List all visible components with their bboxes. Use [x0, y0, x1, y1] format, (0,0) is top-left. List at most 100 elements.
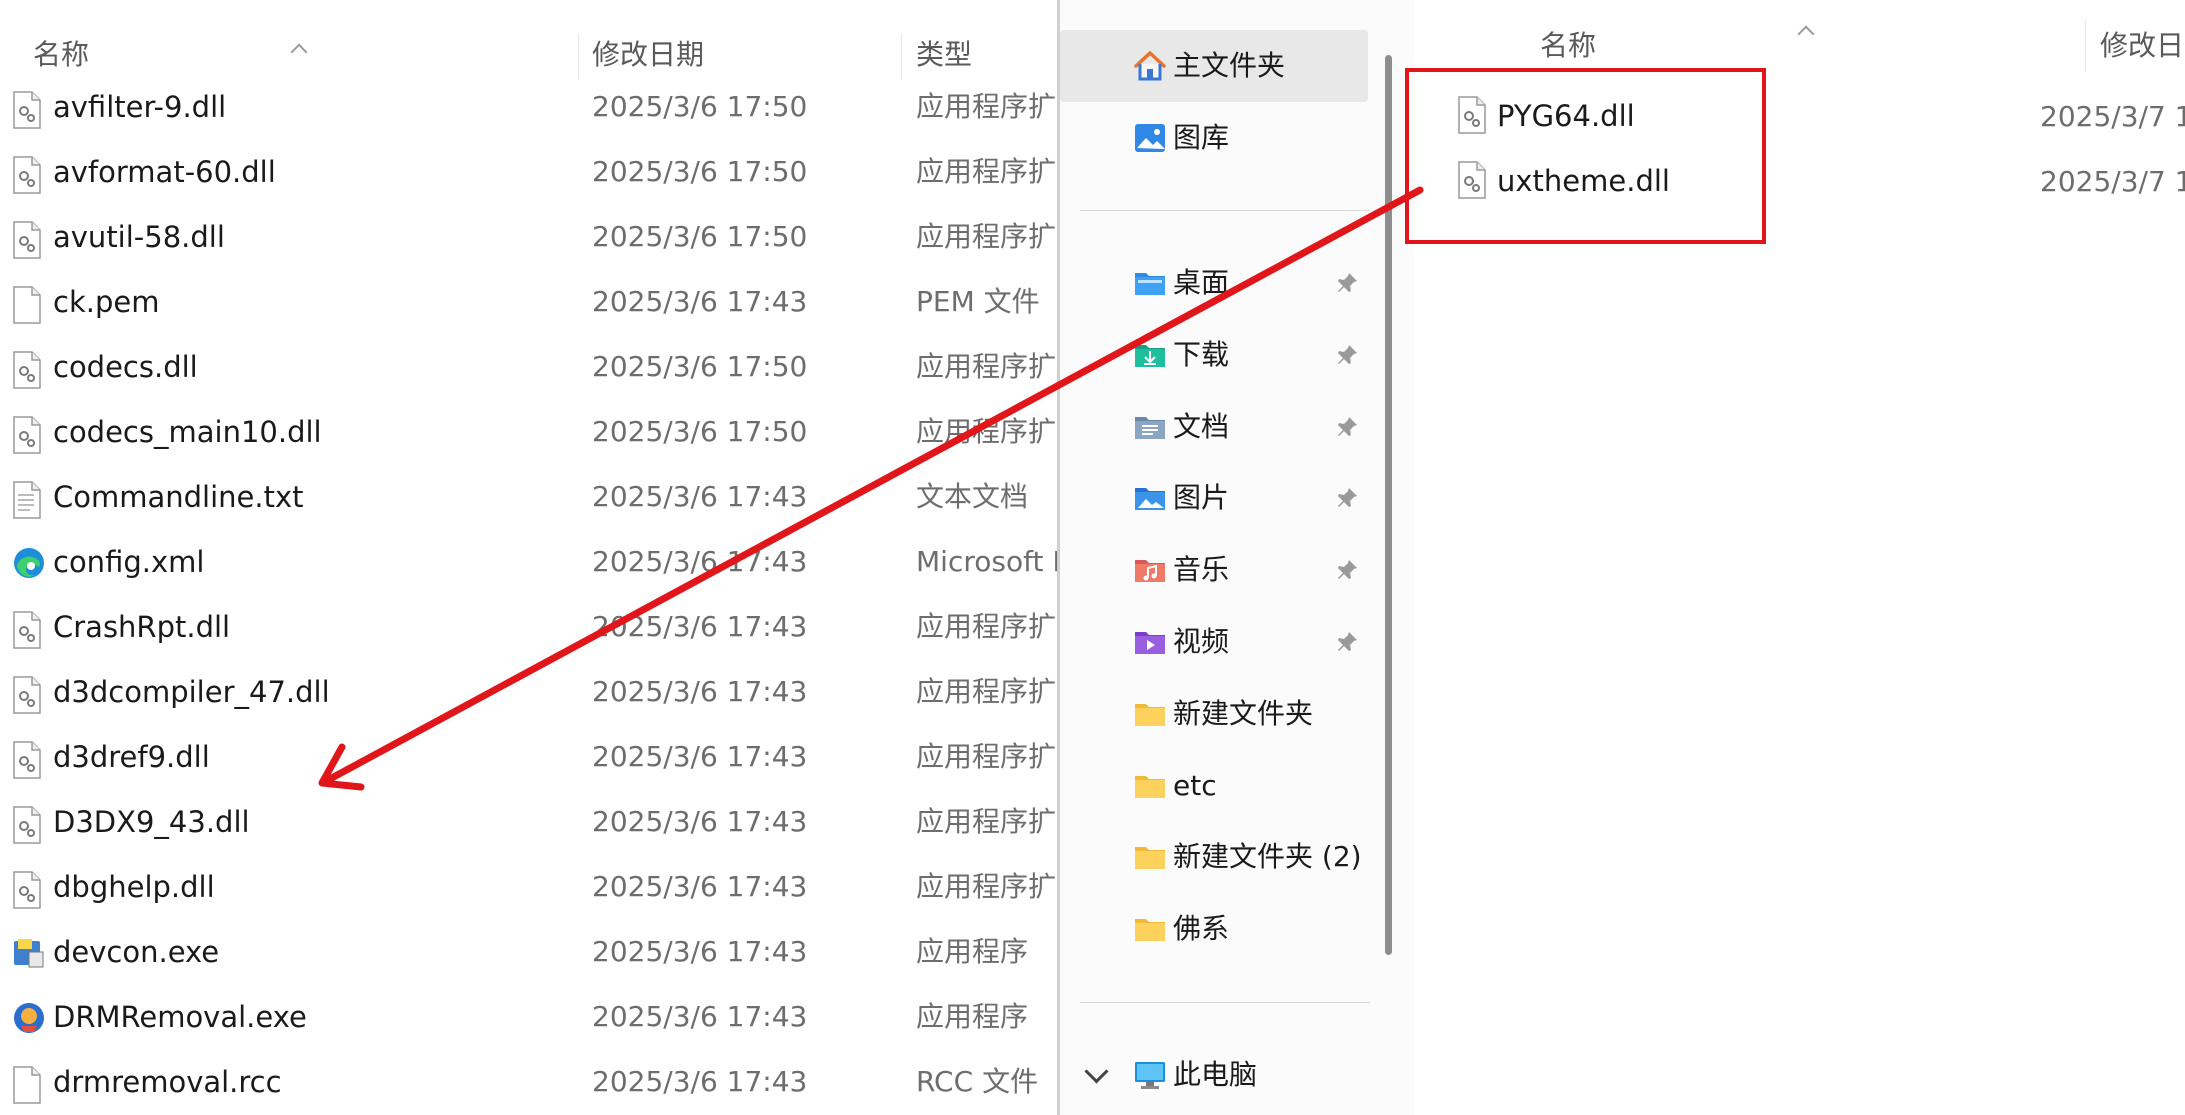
- dll-file-icon: [12, 676, 42, 714]
- file-type: 应用程序扩展: [916, 610, 1057, 643]
- file-row[interactable]: DRMRemoval.exe 2025/3/6 17:43 应用程序: [0, 991, 1057, 1056]
- file-date: 2025/3/7 1: [2040, 100, 2185, 133]
- nav-item[interactable]: etc: [1060, 750, 1370, 822]
- file-type: 应用程序: [916, 1000, 1029, 1033]
- file-type: 应用程序扩展: [916, 870, 1057, 903]
- nav-item[interactable]: 新建文件夹 (2): [1060, 821, 1370, 893]
- nav-item-label: 下载: [1173, 338, 1230, 371]
- folder-icon: [1133, 698, 1167, 730]
- file-name: Commandline.txt: [53, 480, 304, 514]
- file-date: 2025/3/6 17:43: [592, 285, 808, 318]
- nav-separator: [1080, 1002, 1370, 1003]
- file-name: codecs_main10.dll: [53, 415, 322, 449]
- nav-item[interactable]: 此电脑: [1060, 1039, 1370, 1111]
- file-type: 应用程序扩展: [916, 90, 1057, 123]
- file-row[interactable]: D3DX9_43.dll 2025/3/6 17:43 应用程序扩展: [0, 796, 1057, 861]
- nav-item[interactable]: 新建文件夹: [1060, 678, 1370, 750]
- file-row[interactable]: avutil-58.dll 2025/3/6 17:50 应用程序扩展: [0, 211, 1057, 276]
- nav-item[interactable]: 图库: [1060, 102, 1370, 174]
- nav-item[interactable]: 音乐: [1060, 534, 1370, 606]
- column-separator[interactable]: [901, 34, 902, 80]
- file-date: 2025/3/6 17:43: [592, 1065, 808, 1098]
- column-header-date[interactable]: 修改日期: [2100, 20, 2185, 72]
- nav-item[interactable]: 文档: [1060, 391, 1370, 463]
- file-type: RCC 文件: [916, 1065, 1039, 1098]
- column-separator[interactable]: [578, 34, 579, 80]
- file-row[interactable]: CrashRpt.dll 2025/3/6 17:43 应用程序扩展: [0, 601, 1057, 666]
- drmremoval-app-icon: [12, 1001, 44, 1039]
- file-date: 2025/3/6 17:50: [592, 350, 808, 383]
- nav-item[interactable]: 主文件夹: [1060, 30, 1368, 102]
- nav-item[interactable]: 佛系: [1060, 893, 1370, 965]
- desktop-folder-icon: [1133, 267, 1167, 299]
- file-row[interactable]: avformat-60.dll 2025/3/6 17:50 应用程序扩展: [0, 146, 1057, 211]
- videos-folder-icon: [1133, 626, 1167, 658]
- file-row[interactable]: codecs.dll 2025/3/6 17:50 应用程序扩展: [0, 341, 1057, 406]
- column-header-type[interactable]: 类型: [916, 30, 972, 80]
- nav-item-label: 图片: [1173, 481, 1230, 514]
- dll-file-icon: [12, 351, 42, 389]
- file-row[interactable]: ck.pem 2025/3/6 17:43 PEM 文件: [0, 276, 1057, 341]
- column-header-date[interactable]: 修改日期: [592, 30, 704, 80]
- edge-icon: [12, 546, 44, 584]
- nav-item-label: 新建文件夹: [1173, 697, 1314, 730]
- file-name: devcon.exe: [53, 935, 220, 969]
- left-file-list-pane: 名称 修改日期 类型 avfilter-9.dll 2025/3/6 17:50 应…: [0, 0, 1057, 1115]
- file-row[interactable]: dbghelp.dll 2025/3/6 17:43 应用程序扩展: [0, 861, 1057, 926]
- file-name: D3DX9_43.dll: [53, 805, 250, 839]
- nav-item-label: 文档: [1173, 410, 1230, 443]
- pin-icon[interactable]: [1335, 486, 1359, 510]
- dll-file-icon: [12, 416, 42, 454]
- file-row[interactable]: avfilter-9.dll 2025/3/6 17:50 应用程序扩展: [0, 81, 1057, 146]
- file-type: 应用程序扩展: [916, 155, 1057, 188]
- nav-item-label: etc: [1173, 769, 1217, 802]
- folder-icon: [1133, 841, 1167, 873]
- music-folder-icon: [1133, 554, 1167, 586]
- nav-separator: [1080, 210, 1370, 211]
- file-row[interactable]: d3dcompiler_47.dll 2025/3/6 17:43 应用程序扩展: [0, 666, 1057, 731]
- file-date: 2025/3/6 17:43: [592, 805, 808, 838]
- file-date: 2025/3/7 1: [2040, 165, 2185, 198]
- downloads-folder-icon: [1133, 339, 1167, 371]
- file-date: 2025/3/6 17:43: [592, 870, 808, 903]
- nav-item[interactable]: 下载: [1060, 319, 1370, 391]
- column-header-name[interactable]: 名称: [1540, 20, 1596, 72]
- pin-icon[interactable]: [1335, 630, 1359, 654]
- file-date: 2025/3/6 17:43: [592, 935, 808, 968]
- file-row[interactable]: d3dref9.dll 2025/3/6 17:43 应用程序扩展: [0, 731, 1057, 796]
- pin-icon[interactable]: [1335, 271, 1359, 295]
- nav-item[interactable]: 图片: [1060, 462, 1370, 534]
- nav-item[interactable]: 视频: [1060, 606, 1370, 678]
- file-name: ck.pem: [53, 285, 160, 319]
- file-row[interactable]: config.xml 2025/3/6 17:43 Microsoft Edge: [0, 536, 1057, 601]
- file-date: 2025/3/6 17:43: [592, 545, 808, 578]
- file-name: avutil-58.dll: [53, 220, 225, 254]
- blank-file-icon: [12, 1066, 42, 1104]
- home-icon: [1133, 50, 1167, 82]
- file-row[interactable]: codecs_main10.dll 2025/3/6 17:50 应用程序扩展: [0, 406, 1057, 471]
- column-header-name[interactable]: 名称: [33, 30, 89, 80]
- documents-folder-icon: [1133, 411, 1167, 443]
- left-column-header: 名称 修改日期 类型: [0, 30, 1057, 80]
- file-name: DRMRemoval.exe: [53, 1000, 307, 1034]
- sort-ascending-icon: [1797, 25, 1815, 43]
- dll-file-icon: [12, 221, 42, 259]
- pin-icon[interactable]: [1335, 343, 1359, 367]
- pictures-folder-icon: [1133, 482, 1167, 514]
- nav-scrollbar[interactable]: [1385, 55, 1392, 955]
- nav-item[interactable]: 桌面: [1060, 247, 1370, 319]
- text-file-icon: [12, 481, 42, 519]
- left-file-rows: avfilter-9.dll2025/3/6 17:50应用程序扩展avform…: [0, 81, 1057, 1115]
- file-name: avfilter-9.dll: [53, 90, 227, 124]
- pin-icon[interactable]: [1335, 558, 1359, 582]
- navigation-pane: 主文件夹 图库桌面下载文档图片音乐 视频新建文件夹 etc 新建文件夹 (2) 佛系此电脑: [1060, 0, 1415, 1115]
- file-date: 2025/3/6 17:43: [592, 480, 808, 513]
- column-separator[interactable]: [2085, 20, 2086, 72]
- file-row[interactable]: devcon.exe 2025/3/6 17:43 应用程序: [0, 926, 1057, 991]
- file-type: 应用程序扩展: [916, 675, 1057, 708]
- file-row[interactable]: Commandline.txt 2025/3/6 17:43 文本文档: [0, 471, 1057, 536]
- file-row[interactable]: drmremoval.rcc 2025/3/6 17:43 RCC 文件: [0, 1056, 1057, 1115]
- pin-icon[interactable]: [1335, 415, 1359, 439]
- file-type: 应用程序扩展: [916, 805, 1057, 838]
- file-name: d3dref9.dll: [53, 740, 210, 774]
